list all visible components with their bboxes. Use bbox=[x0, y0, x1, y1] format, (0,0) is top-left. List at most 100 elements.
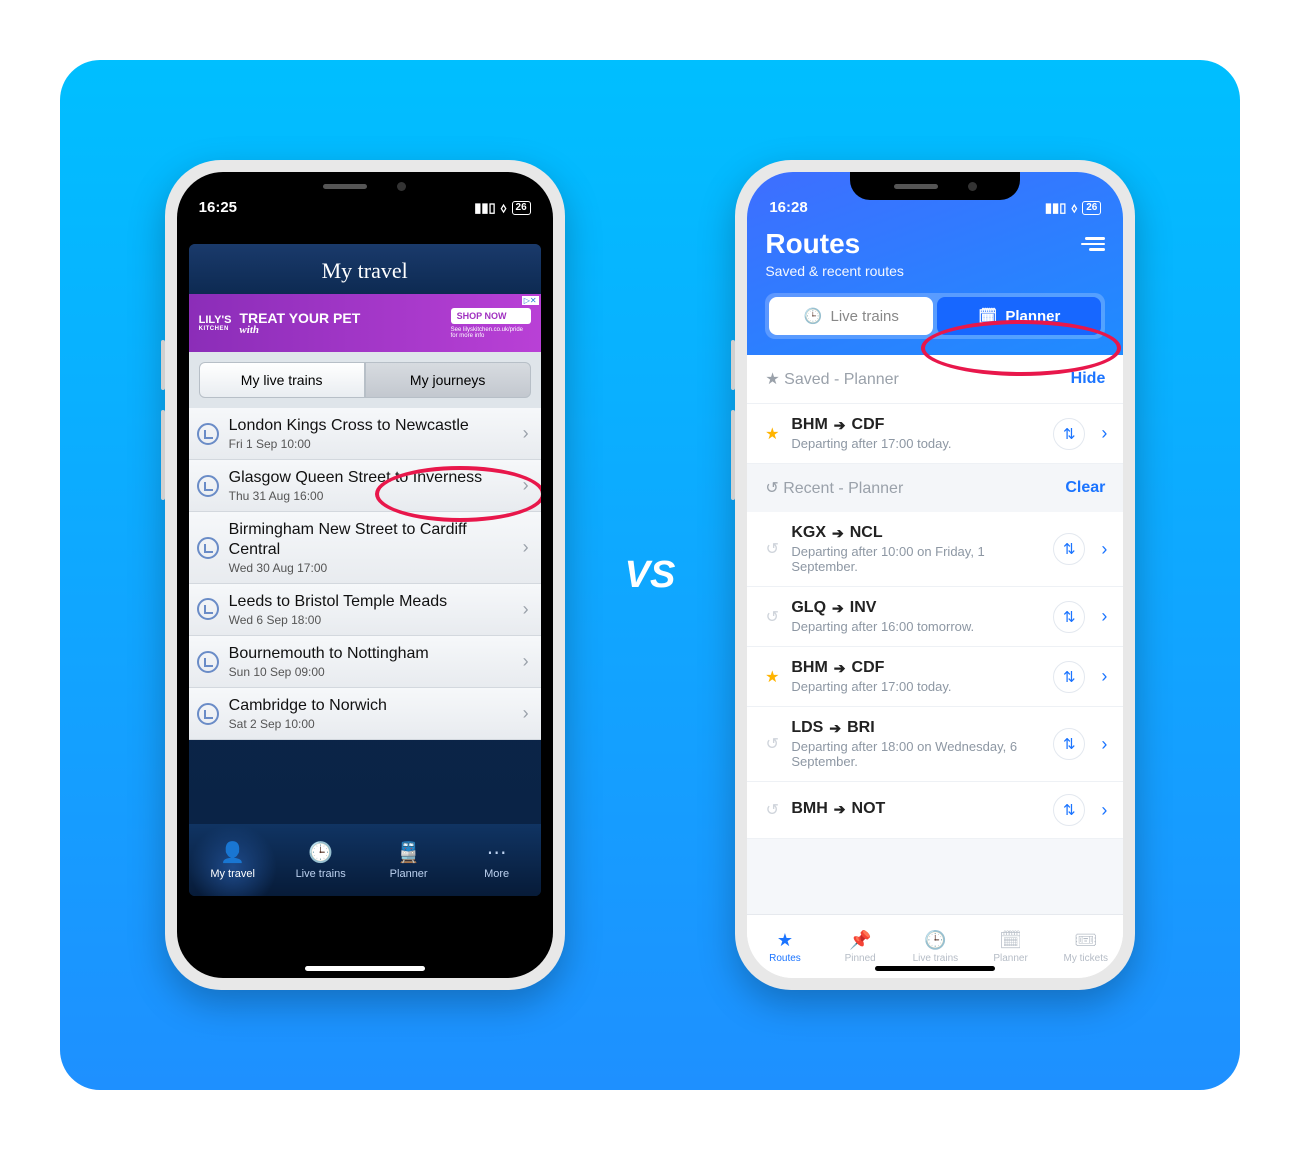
swap-icon[interactable]: ⇅ bbox=[1053, 601, 1085, 633]
swap-icon[interactable]: ⇅ bbox=[1053, 533, 1085, 565]
history-icon bbox=[197, 703, 219, 725]
route-row[interactable]: ↺ KGX➔NCL Departing after 10:00 on Frida… bbox=[747, 512, 1123, 587]
journey-row[interactable]: Cambridge to Norwich Sat 2 Sep 10:00 › bbox=[189, 688, 541, 740]
journey-title: Birmingham New Street to Cardiff Central bbox=[229, 520, 513, 558]
ad-cta[interactable]: SHOP NOW bbox=[451, 308, 531, 324]
tab-icon: 📌 bbox=[849, 930, 871, 951]
journey-date: Sat 2 Sep 10:00 bbox=[229, 717, 513, 731]
swap-icon[interactable]: ⇅ bbox=[1053, 661, 1085, 693]
home-indicator bbox=[305, 966, 425, 971]
swap-icon[interactable]: ⇅ bbox=[1053, 794, 1085, 826]
tab-planner[interactable]: 🚆 Planner bbox=[365, 824, 453, 896]
history-icon: ↺ bbox=[763, 734, 781, 754]
hide-button[interactable]: Hide bbox=[1071, 370, 1106, 388]
history-icon bbox=[197, 651, 219, 673]
journey-title: Glasgow Queen Street to Inverness bbox=[229, 468, 513, 487]
notch bbox=[850, 172, 1020, 200]
chevron-right-icon: › bbox=[523, 537, 529, 558]
journey-date: Fri 1 Sep 10:00 bbox=[229, 437, 513, 451]
page-subtitle: Saved & recent routes bbox=[765, 263, 1105, 279]
page-title: Routes bbox=[765, 228, 860, 260]
star-icon: ★ bbox=[765, 371, 779, 388]
route-to: CDF bbox=[852, 659, 885, 677]
swap-icon[interactable]: ⇅ bbox=[1053, 728, 1085, 760]
journey-date: Wed 6 Sep 18:00 bbox=[229, 613, 513, 627]
tab-label: Planner bbox=[993, 953, 1027, 964]
tab-icon: ⋯ bbox=[487, 840, 507, 865]
menu-icon[interactable] bbox=[1081, 237, 1105, 251]
route-row[interactable]: ↺ GLQ➔INV Departing after 16:00 tomorrow… bbox=[747, 587, 1123, 647]
journey-row[interactable]: Glasgow Queen Street to InvernessThu 31 … bbox=[189, 460, 541, 512]
route-to: NOT bbox=[852, 800, 886, 818]
wifi-icon: ⬨ bbox=[1071, 200, 1077, 216]
chevron-right-icon: › bbox=[1101, 606, 1107, 627]
star-icon: ★ bbox=[763, 667, 781, 687]
comparison-canvas: 16:25 ▮▮▯ ⬨ 26 My travel LILY'SKITCHEN T… bbox=[60, 60, 1240, 1090]
notch bbox=[280, 172, 450, 200]
journey-row[interactable]: Leeds to Bristol Temple Meads Wed 6 Sep 1… bbox=[189, 584, 541, 636]
route-to: NCL bbox=[850, 524, 883, 542]
phone-right: 16:28 ▮▮▯ ⬨ 26 Routes Saved & recent rou… bbox=[735, 160, 1135, 990]
ad-brand: LILY'S bbox=[199, 314, 232, 326]
tab-label: More bbox=[484, 868, 509, 880]
chevron-right-icon: › bbox=[523, 703, 529, 724]
route-detail: Departing after 18:00 on Wednesday, 6 Se… bbox=[791, 739, 1043, 769]
journey-title: Leeds to Bristol Temple Meads bbox=[229, 592, 513, 611]
route-detail: Departing after 17:00 today. bbox=[791, 436, 1043, 451]
clock-icon: 🕒 bbox=[804, 307, 823, 325]
arrow-right-icon: ➔ bbox=[832, 525, 844, 542]
tab-live-trains[interactable]: 🕒 Live trains bbox=[277, 824, 365, 896]
arrow-right-icon: ➔ bbox=[829, 720, 841, 737]
tab-planner[interactable]: 🗓Planner bbox=[937, 297, 1101, 335]
route-row[interactable]: ↺ BMH➔NOT ⇅ › bbox=[747, 782, 1123, 839]
route-row[interactable]: ★ BHM➔CDF Departing after 17:00 today. ⇅… bbox=[747, 647, 1123, 707]
saved-list: ★ BHM➔CDF Departing after 17:00 today. ⇅… bbox=[747, 404, 1123, 464]
tab-label: Live trains bbox=[296, 868, 346, 880]
route-to: INV bbox=[850, 599, 877, 617]
history-icon: ↺ bbox=[763, 800, 781, 820]
tab-my-journeys[interactable]: My journeys bbox=[365, 362, 531, 398]
star-icon: ★ bbox=[763, 424, 781, 444]
tab-routes[interactable]: ★ Routes bbox=[747, 915, 822, 978]
history-icon: ↺ bbox=[765, 480, 778, 497]
ad-close-icon[interactable]: ▷✕ bbox=[522, 296, 539, 305]
arrow-right-icon: ➔ bbox=[834, 660, 846, 677]
route-from: BHM bbox=[791, 416, 827, 434]
history-icon bbox=[197, 475, 219, 497]
tab-icon: 🎟 bbox=[1074, 930, 1097, 951]
route-row[interactable]: ↺ LDS➔BRI Departing after 18:00 on Wedne… bbox=[747, 707, 1123, 782]
journey-row[interactable]: Birmingham New Street to Cardiff Central… bbox=[189, 512, 541, 583]
tab-more[interactable]: ⋯ More bbox=[453, 824, 541, 896]
status-time: 16:25 bbox=[199, 199, 237, 216]
chevron-right-icon: › bbox=[1101, 423, 1107, 444]
route-row[interactable]: ★ BHM➔CDF Departing after 17:00 today. ⇅… bbox=[747, 404, 1123, 464]
swap-icon[interactable]: ⇅ bbox=[1053, 418, 1085, 450]
history-icon bbox=[197, 423, 219, 445]
tab-my-tickets[interactable]: 🎟 My tickets bbox=[1048, 915, 1123, 978]
status-time: 16:28 bbox=[769, 199, 807, 216]
recent-list: ↺ KGX➔NCL Departing after 10:00 on Frida… bbox=[747, 512, 1123, 839]
tab-live-trains[interactable]: 🕒Live trains bbox=[769, 297, 933, 335]
tab-icon: 🗓 bbox=[999, 930, 1022, 951]
journey-row[interactable]: Bournemouth to NottinghamSun 10 Sep 09:0… bbox=[189, 636, 541, 688]
tab-my-live-trains[interactable]: My live trains bbox=[199, 362, 365, 398]
history-icon: ↺ bbox=[763, 539, 781, 559]
chevron-right-icon: › bbox=[1101, 800, 1107, 821]
battery-icon: 26 bbox=[1082, 201, 1101, 215]
route-from: GLQ bbox=[791, 599, 826, 617]
route-from: BHM bbox=[791, 659, 827, 677]
chevron-right-icon: › bbox=[1101, 666, 1107, 687]
journey-title: London Kings Cross to Newcastle bbox=[229, 416, 513, 435]
segment-control: 🕒Live trains 🗓Planner bbox=[765, 293, 1105, 339]
wifi-icon: ⬨ bbox=[501, 200, 507, 216]
journey-title: Cambridge to Norwich bbox=[229, 696, 513, 715]
route-from: BMH bbox=[791, 800, 827, 818]
chevron-right-icon: › bbox=[523, 651, 529, 672]
journey-list: London Kings Cross to Newcastle Fri 1 Sep… bbox=[189, 408, 541, 740]
chevron-right-icon: › bbox=[523, 423, 529, 444]
ad-banner[interactable]: LILY'SKITCHEN TREAT YOUR PETwith SHOP NO… bbox=[189, 294, 541, 352]
tab-my-travel[interactable]: 👤 My travel bbox=[189, 824, 277, 896]
clear-button[interactable]: Clear bbox=[1065, 479, 1105, 497]
journey-row[interactable]: London Kings Cross to Newcastle Fri 1 Sep… bbox=[189, 408, 541, 460]
tab-label: My tickets bbox=[1064, 953, 1108, 964]
